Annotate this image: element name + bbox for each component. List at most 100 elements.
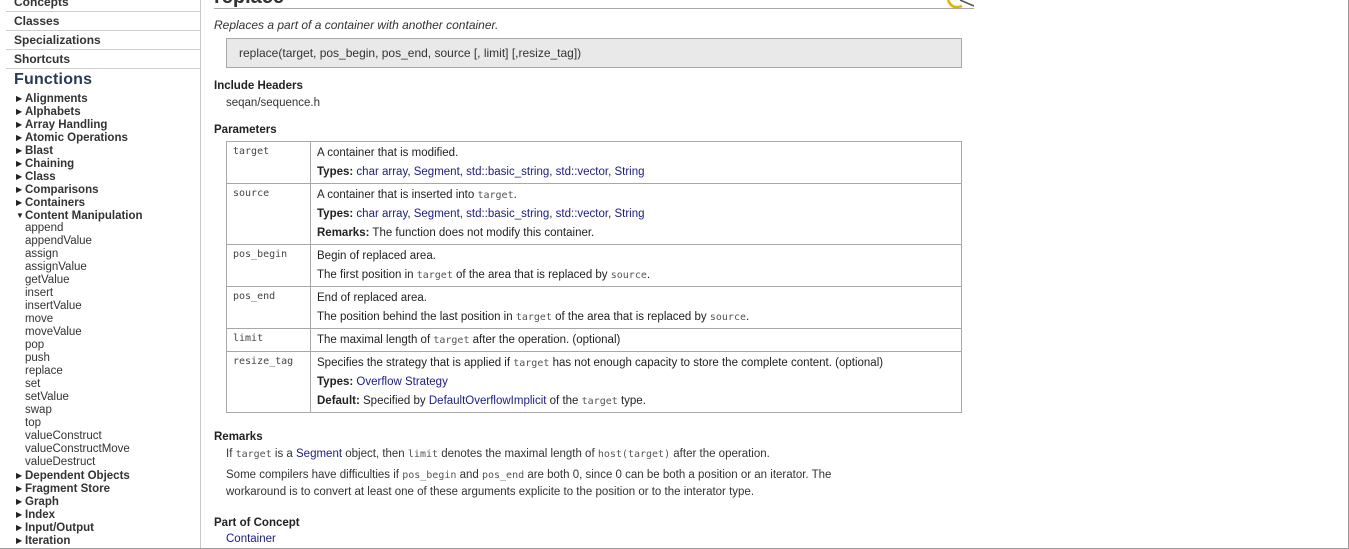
tree-item[interactable]: ▶ Class <box>16 170 200 183</box>
type-link[interactable]: std::basic_string <box>466 208 549 220</box>
tree-item[interactable]: ▶ Fragment Store <box>16 482 200 495</box>
expand-triangle-icon: ▶ <box>16 484 23 493</box>
type-link[interactable]: Overflow Strategy <box>356 376 447 388</box>
function-link[interactable]: assignValue <box>16 261 200 274</box>
type-link[interactable]: std::vector <box>556 166 608 178</box>
type-link[interactable]: std::vector <box>556 208 608 220</box>
function-link[interactable]: append <box>16 222 200 235</box>
type-link[interactable]: Segment <box>414 166 460 178</box>
param-row-limit: limit The maximal length of target after… <box>226 328 962 352</box>
function-link[interactable]: set <box>16 378 200 391</box>
function-link[interactable]: valueConstructMove <box>16 443 200 456</box>
param-description: Begin of replaced area. The first positi… <box>310 244 962 287</box>
tree-item[interactable]: ▶ Alphabets <box>16 105 200 118</box>
param-description: The maximal length of target after the o… <box>310 328 962 352</box>
param-name: pos_begin <box>226 244 311 287</box>
parameters-heading: Parameters <box>214 124 277 136</box>
nav-shortcuts-link[interactable]: Shortcuts <box>6 50 200 69</box>
function-link[interactable]: pop <box>16 339 200 352</box>
function-link[interactable]: appendValue <box>16 235 200 248</box>
seqan-logo-icon <box>946 0 974 9</box>
expand-triangle-icon: ▶ <box>16 120 23 129</box>
expand-triangle-icon: ▶ <box>16 185 23 194</box>
tree-item[interactable]: ▶ Blast <box>16 144 200 157</box>
tree-item-expanded[interactable]: ▼Content Manipulation <box>16 209 200 222</box>
function-link[interactable]: swap <box>16 404 200 417</box>
param-row-resize-tag: resize_tag Specifies the strategy that i… <box>226 351 962 413</box>
remarks-heading: Remarks <box>214 431 263 443</box>
tree-item[interactable]: ▶ Array Handling <box>16 118 200 131</box>
param-description: A container that is modified. Types: cha… <box>310 141 962 184</box>
expand-triangle-icon: ▶ <box>16 133 23 142</box>
expand-triangle-icon: ▶ <box>16 523 23 532</box>
title-divider <box>214 8 974 9</box>
function-link[interactable]: valueDestruct <box>16 456 200 469</box>
concept-link[interactable]: Container <box>226 533 276 545</box>
expand-triangle-icon: ▶ <box>16 536 23 545</box>
function-link[interactable]: assign <box>16 248 200 261</box>
tree-item[interactable]: ▶ Dependent Objects <box>16 469 200 482</box>
function-link[interactable]: insert <box>16 287 200 300</box>
param-row-pos-begin: pos_begin Begin of replaced area. The fi… <box>226 244 962 287</box>
remark-paragraph: Some compilers have difficulties if pos_… <box>226 469 832 498</box>
expand-triangle-icon: ▶ <box>16 159 23 168</box>
type-link[interactable]: std::basic_string <box>466 166 549 178</box>
segment-link[interactable]: Segment <box>296 448 342 460</box>
nav-concepts-link[interactable]: Concepts <box>6 0 200 12</box>
function-link[interactable]: valueConstruct <box>16 430 200 443</box>
tree-item[interactable]: ▶ Chaining <box>16 157 200 170</box>
tree-item[interactable]: ▶ Input/Output <box>16 521 200 534</box>
function-link[interactable]: push <box>16 352 200 365</box>
type-link[interactable]: String <box>614 166 644 178</box>
function-link[interactable]: move <box>16 313 200 326</box>
param-description: Specifies the strategy that is applied i… <box>310 351 962 413</box>
expand-triangle-icon: ▶ <box>16 146 23 155</box>
function-link[interactable]: setValue <box>16 391 200 404</box>
function-link[interactable]: getValue <box>16 274 200 287</box>
nav-specializations-link[interactable]: Specializations <box>6 31 200 50</box>
param-name: resize_tag <box>226 351 311 413</box>
default-link[interactable]: DefaultOverflowImplicit <box>429 395 547 407</box>
param-description: A container that is inserted into target… <box>310 183 962 245</box>
function-summary: Replaces a part of a container with anot… <box>214 18 499 32</box>
sidebar: Concepts Classes Specializations Shortcu… <box>0 0 201 549</box>
function-link[interactable]: top <box>16 417 200 430</box>
function-link[interactable]: insertValue <box>16 300 200 313</box>
type-link[interactable]: String <box>614 208 644 220</box>
param-name: target <box>226 141 311 184</box>
param-name: source <box>226 183 311 245</box>
parameters-table: target A container that is modified. Typ… <box>226 141 962 413</box>
expand-triangle-icon: ▶ <box>16 510 23 519</box>
param-row-target: target A container that is modified. Typ… <box>226 141 962 184</box>
type-link[interactable]: char array <box>356 208 407 220</box>
param-name: limit <box>226 328 311 352</box>
function-link-current[interactable]: replace <box>16 365 200 378</box>
expand-triangle-icon: ▶ <box>16 471 23 480</box>
tree-item[interactable]: ▶ Index <box>16 508 200 521</box>
type-link[interactable]: Segment <box>414 208 460 220</box>
include-header-value: seqan/sequence.h <box>226 97 320 109</box>
functions-section-title: Functions <box>14 71 93 88</box>
param-row-pos-end: pos_end End of replaced area. The positi… <box>226 286 962 329</box>
tree-item[interactable]: ▶ Containers <box>16 196 200 209</box>
expand-triangle-icon: ▶ <box>16 198 23 207</box>
expand-triangle-icon: ▶ <box>16 172 23 181</box>
main-content: replace Replaces a part of a container w… <box>214 0 974 549</box>
nav-classes-link[interactable]: Classes <box>6 12 200 31</box>
tree-item[interactable]: ▶ Graph <box>16 495 200 508</box>
tree-item[interactable]: ▶ Alignments <box>16 92 200 105</box>
expand-triangle-icon: ▶ <box>16 94 23 103</box>
tree-item[interactable]: ▶ Comparisons <box>16 183 200 196</box>
include-headers-heading: Include Headers <box>214 80 303 92</box>
collapse-triangle-icon: ▼ <box>16 211 24 220</box>
function-link[interactable]: moveValue <box>16 326 200 339</box>
function-tree: ▶ Alignments ▶ Alphabets ▶ Array Handling ▶… <box>16 92 200 547</box>
remark-paragraph: If target is a Segment object, then limi… <box>226 448 770 460</box>
expand-triangle-icon: ▶ <box>16 107 23 116</box>
tree-item[interactable]: ▶ Iteration <box>16 534 200 547</box>
function-signature: replace(target, pos_begin, pos_end, sour… <box>226 38 962 68</box>
param-description: End of replaced area. The position behin… <box>310 286 962 329</box>
part-of-concept-heading: Part of Concept <box>214 517 300 529</box>
tree-item[interactable]: ▶ Atomic Operations <box>16 131 200 144</box>
type-link[interactable]: char array <box>356 166 407 178</box>
